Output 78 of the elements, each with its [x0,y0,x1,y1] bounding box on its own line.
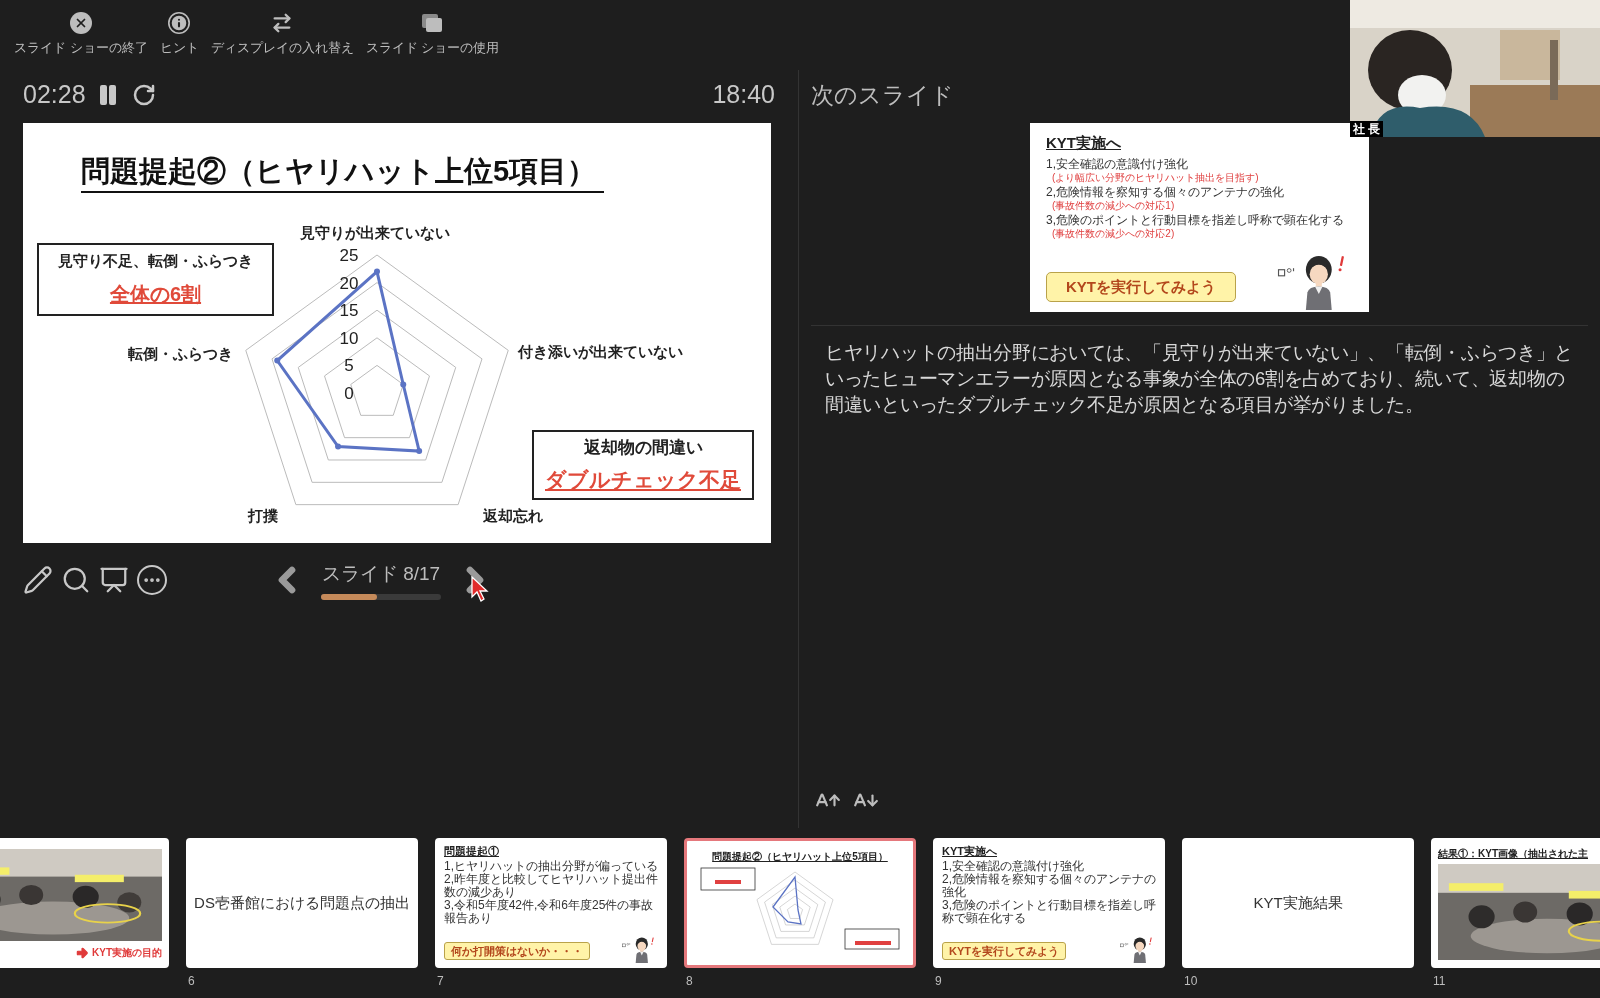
name-tag: 社 長 [1350,121,1384,137]
tick-label: 15 [339,301,359,321]
slide-title: 問題提起②（ヒヤリハット上位5項目） [81,151,605,193]
slide-callout: KYTを実行してみよう [942,942,1066,960]
easel-icon[interactable] [99,565,129,595]
bullet-text: 3,令和5年度42件,令和6年度25件の事故報告あり [444,899,655,925]
data-point [400,381,407,388]
stacked-squares-icon [420,12,445,34]
bullet-text: 2,危険情報を察知する個々のアンテナの強化 [1046,185,1285,200]
slide-number: 7 [436,973,444,990]
slide-counter: スライド 8/17 [321,561,441,586]
callout-emphasis: ダブルチェック不足 [545,466,741,493]
slide-thumbnail[interactable]: KYT実施結果 [1182,838,1414,968]
slide-number: 10 [1183,973,1198,990]
axis-label: 転倒・ふらつき [127,346,233,362]
info-icon [168,12,191,34]
slide-title: DS壱番館における問題点の抽出 [194,892,410,913]
toolbar-button[interactable]: スライド ショーの終了 [14,12,148,58]
search-icon[interactable] [61,565,91,595]
cursor-icon [471,576,489,602]
axis-label: 付き添いが出来ていない [518,344,683,360]
slide-callout: KYTを実行してみよう [1046,272,1236,302]
bullet-text: 1,ヒヤリハットの抽出分野が偏っている [444,860,658,873]
tick-label: 5 [344,356,354,376]
restart-icon[interactable] [131,83,156,107]
bullet-text: 2,危険情報を察知する個々のアンテナの強化 [942,873,1156,899]
slide-thumbnail[interactable]: 問題提起① 1,ヒヤリハットの抽出分野が偏っている 2,昨年度と比較してヒヤリハット提出件数の減少あり 3,令和5年度42件,令和6年度25件の事故報告あり 何か打開策はないか・・・ [435,838,667,968]
tick-label: 25 [339,246,359,265]
toolbar-button[interactable]: スライド ショーの使用 [365,12,500,58]
arrow-icon [75,945,89,960]
swap-arrows-icon [271,12,294,34]
bullet-text: 1,安全確認の意識付け強化 [942,860,1085,873]
data-point [335,443,342,450]
bullet-text: 3,危険のポイントと行動目標を指差し呼称で顕在化する [1046,213,1345,228]
data-point [274,357,281,364]
close-icon [69,12,92,34]
bullet-note: (より幅広い分野のヒヤリハット抽出を目指す) [1051,172,1260,184]
axis-label: 見守りが出来ていない [300,225,450,241]
clock-time: 18:40 [712,79,775,111]
toolbar-button[interactable]: ディスプレイの入れ替え [210,12,354,58]
data-point [374,268,380,275]
bullet-text: 1,安全確認の意識付け強化 [1046,157,1189,172]
slide-number: 9 [934,973,942,990]
bullet-text: 3,危険のポイントと行動目標を指差し呼称で顕在化する [942,899,1156,925]
slide-title: 問題提起① [444,845,500,858]
slide-title: KYT実施へ [942,845,998,858]
slide-callout: 何か打開策はないか・・・ [444,942,590,960]
callout-text: 返却物の間違い [583,437,703,459]
axis-label: 返却忘れ [483,508,543,524]
toolbar-button[interactable]: ヒント [159,12,199,58]
tick-label: 10 [339,328,359,348]
slide-title: 結果①：KYT画像（抽出された主 [1438,847,1589,861]
elapsed-time: 02:28 [23,79,86,111]
slide-thumbnail[interactable]: KYT実施の目的 [0,838,169,968]
slide-number: 8 [685,973,693,990]
bullet-text: 2,昨年度と比較してヒヤリハット提出件数の減少あり [444,873,658,899]
data-point [416,448,423,455]
slide-thumbnail[interactable]: 結果①：KYT画像（抽出された主 [1431,838,1600,968]
tick-label: 0 [344,384,354,403]
panel-heading: 次のスライド [811,80,954,110]
bullet-note: (事故件数の減少への対応2) [1051,228,1176,240]
slide-thumbnail[interactable]: DS壱番館における問題点の抽出 [186,838,418,968]
pen-icon[interactable] [23,565,53,595]
more-icon[interactable] [137,565,167,595]
slide-number: 6 [187,973,195,990]
callout-emphasis: 全体の6割 [109,281,202,307]
tick-label: 20 [339,273,359,293]
slide-thumbnail[interactable]: 問題提起②（ヒヤリハット上位5項目） [684,838,916,968]
slide-number: 11 [1432,973,1446,990]
axis-label: 打撲 [248,508,278,524]
caption-text: KYT実施の目的 [92,946,162,960]
bullet-note: (事故件数の減少への対応1) [1051,200,1176,212]
slide-title: KYT実施結果 [1253,892,1343,913]
slide-thumbnail[interactable]: KYT実施へ 1,安全確認の意識付け強化 2,危険情報を察知する個々のアンテナの強化 3,危険のポイントと行動目標を指差し呼称で顕在化する KYTを実行してみよう [933,838,1165,968]
slide-title: 問題提起②（ヒヤリハット上位5項目） [712,850,888,864]
speaker-notes: ヒヤリハットの抽出分野においては、「見守りが出来ていない」、「転倒・ふらつき」といったヒューマンエラーが原因となる事象が全体の6割を占めており、続いて、返却物の間違いといったダブルチェック不足が原因となる項目が挙がりました。 [825,341,1574,417]
slide-title: KYT実施へ [1046,133,1122,153]
callout-text: 見守り不足、転倒・ふらつき [58,251,253,272]
